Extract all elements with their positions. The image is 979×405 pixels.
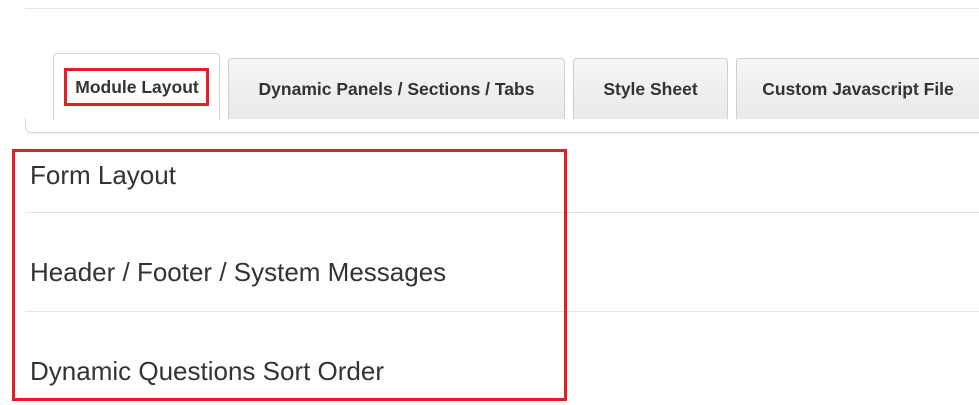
tab-module-layout-label: Module Layout: [64, 68, 209, 106]
tab-custom-javascript-file[interactable]: Custom Javascript File: [736, 58, 979, 119]
tab-custom-javascript-label: Custom Javascript File: [762, 78, 954, 99]
section-form-layout[interactable]: Form Layout: [25, 160, 979, 190]
tab-module-layout[interactable]: Module Layout: [53, 53, 220, 120]
section-divider: [25, 212, 979, 213]
module-settings-page: Module Layout Dynamic Panels / Sections …: [0, 0, 979, 405]
tab-style-sheet-label: Style Sheet: [603, 78, 698, 99]
section-header-footer-system-messages[interactable]: Header / Footer / System Messages: [25, 257, 979, 287]
tab-dynamic-panels-sections-tabs[interactable]: Dynamic Panels / Sections / Tabs: [228, 58, 565, 119]
section-divider: [25, 311, 979, 312]
section-dynamic-questions-label: Dynamic Questions Sort Order: [30, 356, 385, 386]
section-form-layout-label: Form Layout: [30, 160, 176, 190]
tab-dynamic-panels-label: Dynamic Panels / Sections / Tabs: [258, 78, 535, 99]
top-divider: [25, 8, 979, 9]
section-header-footer-label: Header / Footer / System Messages: [30, 257, 447, 287]
section-dynamic-questions-sort-order[interactable]: Dynamic Questions Sort Order: [25, 356, 979, 386]
tab-strip: [25, 118, 979, 135]
tab-style-sheet[interactable]: Style Sheet: [573, 58, 728, 119]
